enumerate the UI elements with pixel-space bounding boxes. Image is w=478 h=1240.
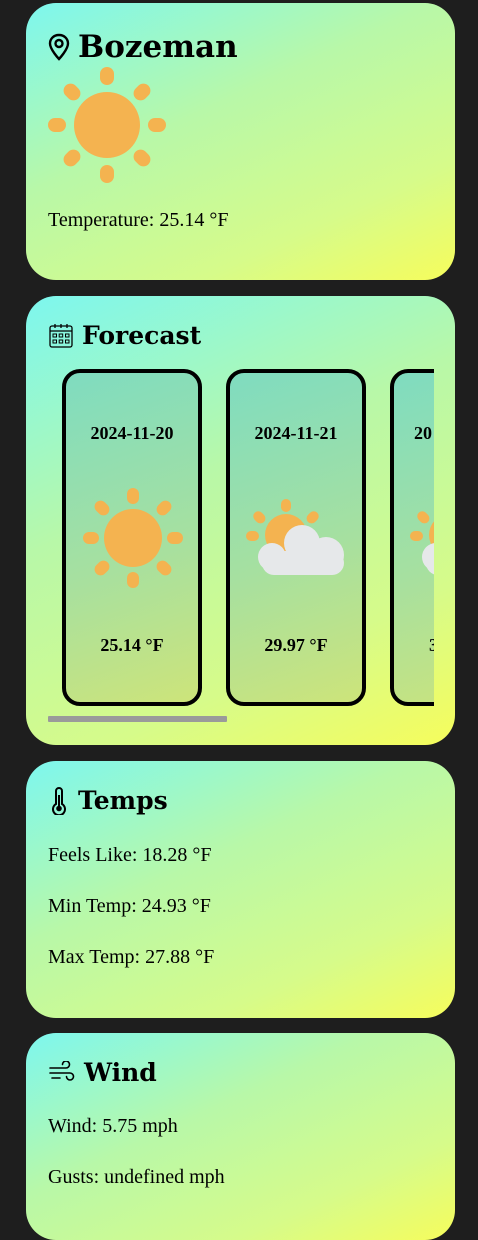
partly-cloudy-icon bbox=[244, 497, 350, 585]
forecast-date: 2024-11-20 bbox=[90, 423, 174, 443]
wind-header: Wind bbox=[48, 1058, 157, 1087]
forecast-temp: 29.97 °F bbox=[264, 635, 328, 655]
city-name: Bozeman bbox=[78, 29, 238, 65]
location-header: Bozeman bbox=[48, 29, 238, 65]
forecast-day-card: 2024-11-21 29.97 °F bbox=[226, 369, 366, 706]
location-pin-icon bbox=[48, 33, 70, 61]
temps-title: Temps bbox=[78, 786, 168, 815]
thermometer-icon bbox=[48, 786, 70, 815]
sun-icon bbox=[48, 65, 166, 187]
forecast-title: Forecast bbox=[82, 321, 202, 350]
forecast-card: Forecast 2024-11-20 25.14 °F 2024-11-21 … bbox=[26, 296, 455, 745]
forecast-date: 20 bbox=[414, 423, 432, 443]
partly-cloudy-icon bbox=[408, 497, 434, 585]
forecast-day-card: 20 3 bbox=[390, 369, 434, 706]
forecast-day-card: 2024-11-20 25.14 °F bbox=[62, 369, 202, 706]
forecast-temp: 3 bbox=[429, 635, 434, 655]
sun-icon bbox=[81, 486, 185, 594]
wind-icon bbox=[48, 1060, 76, 1085]
forecast-temp: 25.14 °F bbox=[100, 635, 164, 655]
wind-speed: Wind: 5.75 mph bbox=[48, 1115, 178, 1137]
feels-like: Feels Like: 18.28 °F bbox=[48, 844, 212, 866]
min-temp: Min Temp: 24.93 °F bbox=[48, 895, 211, 917]
forecast-date: 2024-11-21 bbox=[254, 423, 338, 443]
temps-header: Temps bbox=[48, 786, 168, 815]
wind-gusts: Gusts: undefined mph bbox=[48, 1166, 225, 1188]
forecast-scrollbar[interactable] bbox=[48, 716, 227, 722]
wind-card: Wind Wind: 5.75 mph Gusts: undefined mph bbox=[26, 1033, 455, 1240]
forecast-header: Forecast bbox=[48, 321, 201, 350]
forecast-scroller[interactable]: 2024-11-20 25.14 °F 2024-11-21 29.97 °F … bbox=[62, 369, 434, 709]
calendar-icon bbox=[48, 323, 74, 349]
temps-card: Temps Feels Like: 18.28 °F Min Temp: 24.… bbox=[26, 761, 455, 1018]
current-weather-card: Bozeman Temperature: 25.14 °F bbox=[26, 3, 455, 280]
max-temp: Max Temp: 27.88 °F bbox=[48, 946, 215, 968]
wind-title: Wind bbox=[84, 1058, 157, 1087]
current-temperature: Temperature: 25.14 °F bbox=[48, 209, 229, 231]
